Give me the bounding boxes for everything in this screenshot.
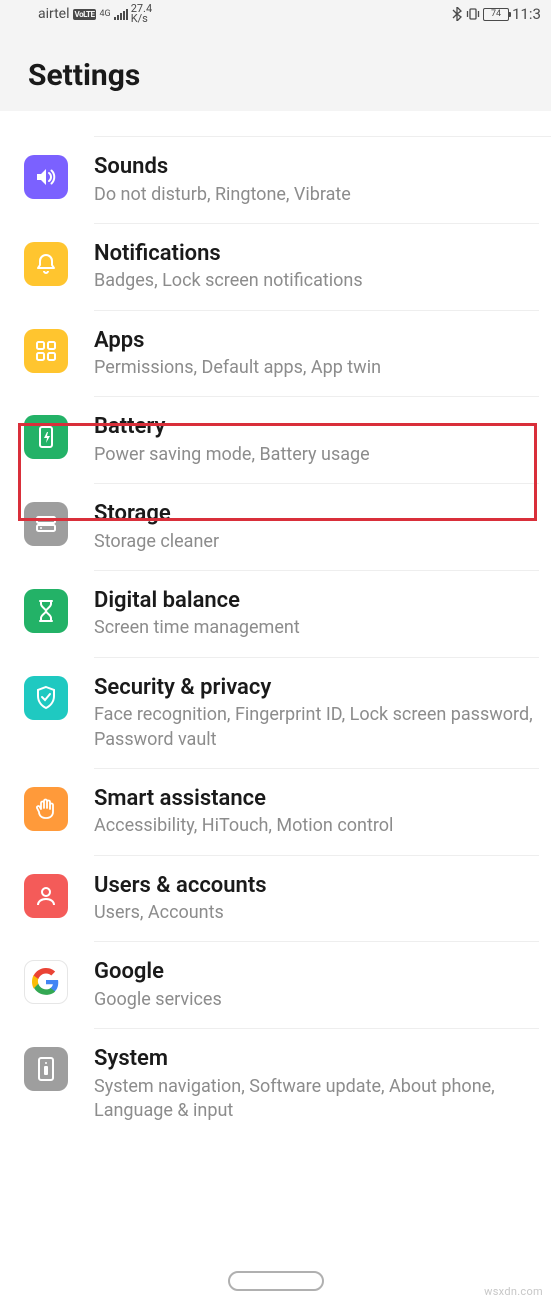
row-battery[interactable]: Battery Power saving mode, Battery usage (0, 397, 551, 484)
row-sub: Accessibility, HiTouch, Motion control (94, 814, 539, 838)
notifications-icon (24, 242, 68, 286)
row-digital-balance[interactable]: Digital balance Screen time management (0, 571, 551, 658)
carrier-label: airtel (38, 6, 70, 22)
shield-icon (24, 676, 68, 720)
person-icon (24, 874, 68, 918)
row-sub: Face recognition, Fingerprint ID, Lock s… (94, 703, 539, 752)
row-title: Digital balance (94, 587, 539, 615)
row-sub: Power saving mode, Battery usage (94, 443, 539, 467)
row-notifications[interactable]: Notifications Badges, Lock screen notifi… (0, 224, 551, 311)
battery-row-icon (24, 415, 68, 459)
network-type: 4G (99, 10, 110, 18)
signal-icon (114, 8, 128, 20)
row-sub: Screen time management (94, 616, 539, 640)
row-title: Google (94, 958, 539, 986)
bluetooth-icon (451, 7, 463, 21)
row-sub: Permissions, Default apps, App twin (94, 356, 539, 380)
data-speed: 27.4K/s (131, 4, 152, 25)
row-smart-assistance[interactable]: Smart assistance Accessibility, HiTouch,… (0, 769, 551, 856)
row-sounds[interactable]: Sounds Do not disturb, Ringtone, Vibrate (0, 137, 551, 224)
row-title: Notifications (94, 240, 539, 268)
row-sub: Users, Accounts (94, 901, 539, 925)
row-title: System (94, 1045, 539, 1073)
row-sub: Google services (94, 988, 539, 1012)
row-apps[interactable]: Apps Permissions, Default apps, App twin (0, 311, 551, 398)
clock: 11:3 (512, 5, 541, 23)
row-system[interactable]: System System navigation, Software updat… (0, 1029, 551, 1139)
row-storage[interactable]: Storage Storage cleaner (0, 484, 551, 571)
google-icon (24, 960, 68, 1004)
page-title: Settings (0, 28, 551, 109)
row-google[interactable]: Google Google services (0, 942, 551, 1029)
status-left: airtel VoLTE 4G 27.4K/s (38, 4, 152, 25)
home-indicator[interactable] (228, 1271, 324, 1291)
apps-icon (24, 329, 68, 373)
row-sub: Do not disturb, Ringtone, Vibrate (94, 183, 539, 207)
row-title: Battery (94, 413, 539, 441)
settings-list: Sounds Do not disturb, Ringtone, Vibrate… (0, 111, 551, 1139)
watermark: wsxdn.com (484, 1285, 543, 1298)
row-users-accounts[interactable]: Users & accounts Users, Accounts (0, 856, 551, 943)
row-sub: Badges, Lock screen notifications (94, 269, 539, 293)
row-title: Security & privacy (94, 674, 539, 702)
hourglass-icon (24, 589, 68, 633)
row-title: Storage (94, 500, 539, 528)
status-bar: airtel VoLTE 4G 27.4K/s 74 11:3 (0, 0, 551, 28)
row-title: Apps (94, 327, 539, 355)
storage-icon (24, 502, 68, 546)
row-title: Sounds (94, 153, 539, 181)
row-title: Users & accounts (94, 872, 539, 900)
status-right: 74 11:3 (451, 5, 541, 23)
hand-icon (24, 787, 68, 831)
sounds-icon (24, 155, 68, 199)
row-title: Smart assistance (94, 785, 539, 813)
volte-badge: VoLTE (73, 9, 97, 20)
row-sub: System navigation, Software update, Abou… (94, 1075, 539, 1124)
battery-icon: 74 (483, 8, 509, 21)
vibrate-icon (466, 7, 480, 21)
row-sub: Storage cleaner (94, 530, 539, 554)
truncated-row (94, 111, 551, 137)
system-icon (24, 1047, 68, 1091)
row-security[interactable]: Security & privacy Face recognition, Fin… (0, 658, 551, 769)
